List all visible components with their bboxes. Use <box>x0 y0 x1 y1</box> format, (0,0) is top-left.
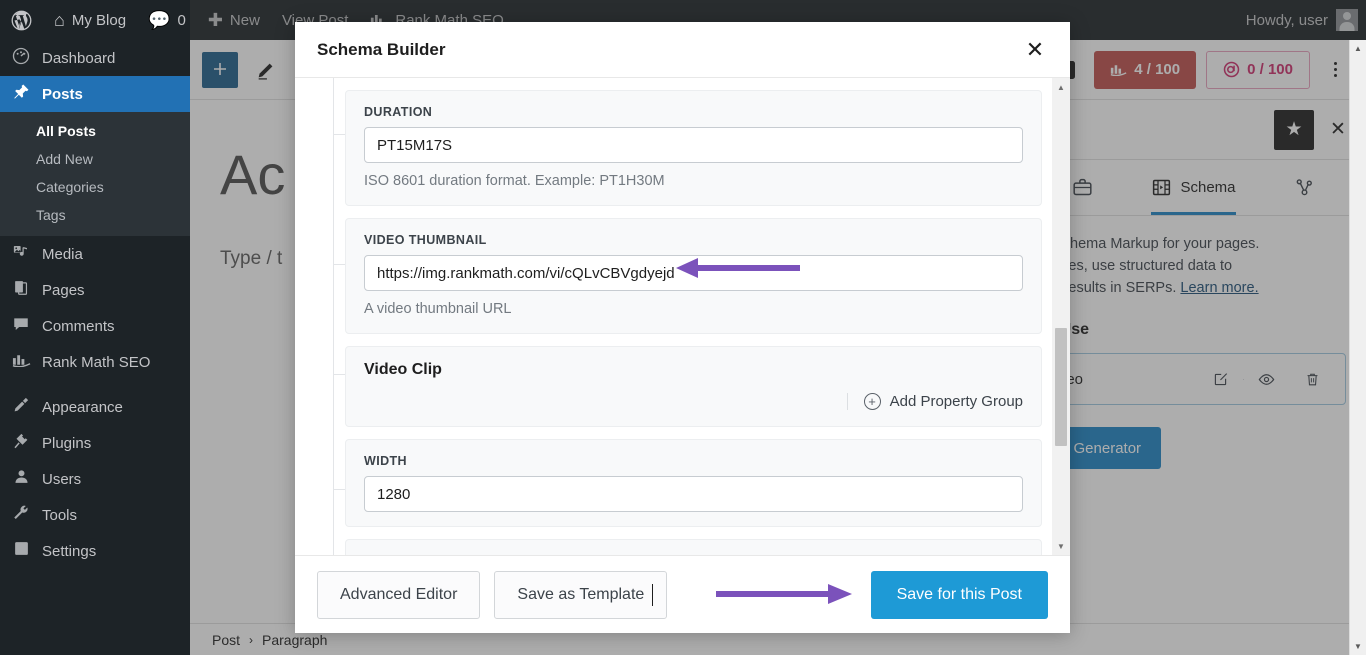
field-video-thumbnail-label: VIDEO THUMBNAIL <box>364 233 487 247</box>
sidebar-item-appearance[interactable]: Appearance <box>0 389 190 425</box>
rank-math-icon <box>11 352 31 372</box>
sidebar-item-users[interactable]: Users <box>0 461 190 497</box>
scroll-up-icon[interactable]: ▲ <box>1052 80 1070 94</box>
schema-tree-gutter <box>295 78 345 555</box>
menu-separator <box>0 380 190 389</box>
site-name-item[interactable]: ⌂ My Blog <box>43 0 137 40</box>
modal-title: Schema Builder <box>317 39 446 59</box>
field-video-clip-group: Video Clip + Add Property Group <box>345 346 1042 427</box>
scroll-down-icon[interactable]: ▼ <box>1350 638 1366 655</box>
duration-input[interactable]: PT15M17S <box>364 127 1023 163</box>
field-video-thumbnail-help: A video thumbnail URL <box>364 301 512 317</box>
schema-property-fields: DURATION PT15M17S ISO 8601 duration form… <box>345 78 1070 555</box>
video-clip-group-actions: + Add Property Group <box>364 393 1023 410</box>
dashboard-icon <box>11 47 31 70</box>
sidebar-item-users-label: Users <box>42 470 82 488</box>
home-icon: ⌂ <box>54 10 65 30</box>
comment-icon: 💬 <box>148 10 171 30</box>
sidebar-item-dashboard[interactable]: Dashboard <box>0 40 190 76</box>
sidebar-item-pages[interactable]: Pages <box>0 272 190 308</box>
arrow-to-save-for-this-post <box>716 584 852 604</box>
tree-branch-line <box>333 264 345 265</box>
tools-icon <box>11 504 31 527</box>
field-duration: DURATION PT15M17S ISO 8601 duration form… <box>345 90 1042 206</box>
modal-header: Schema Builder ✕ <box>295 22 1070 78</box>
sidebar-item-rank-math-seo[interactable]: Rank Math SEO <box>0 344 190 380</box>
close-icon[interactable]: ✕ <box>1016 31 1054 69</box>
sidebar-item-plugins[interactable]: Plugins <box>0 425 190 461</box>
settings-icon <box>11 540 31 562</box>
schema-builder-modal: Schema Builder ✕ DURATION PT15M17S ISO 8… <box>295 22 1070 633</box>
tree-vertical-line <box>333 78 334 555</box>
sidebar-item-settings-label: Settings <box>42 542 97 560</box>
sidebar-item-posts-label: Posts <box>42 85 83 103</box>
sidebar-item-media-label: Media <box>42 245 83 263</box>
tree-branch-line <box>333 374 345 375</box>
video-clip-group-title: Video Clip <box>364 361 442 378</box>
posts-submenu: All Posts Add New Categories Tags <box>0 112 190 236</box>
sidebar-item-tags[interactable]: Tags <box>0 201 190 229</box>
media-icon <box>11 243 31 266</box>
sidebar-item-settings[interactable]: Settings <box>0 533 190 569</box>
modal-footer: Advanced Editor Save as Template Save fo… <box>295 555 1070 633</box>
tree-branch-line <box>333 134 345 135</box>
sidebar-item-rank-math-seo-label: Rank Math SEO <box>42 353 151 371</box>
width-input[interactable]: 1280 <box>364 476 1023 512</box>
field-duration-label: DURATION <box>364 105 433 119</box>
tree-branch-line <box>333 489 345 490</box>
site-name-label: My Blog <box>71 11 127 29</box>
sidebar-item-comments[interactable]: Comments <box>0 308 190 344</box>
sidebar-item-comments-label: Comments <box>42 317 115 335</box>
save-as-template-button[interactable]: Save as Template <box>494 570 668 619</box>
appearance-icon <box>11 396 31 419</box>
sidebar-item-all-posts[interactable]: All Posts <box>0 117 190 145</box>
comments-count: 0 <box>177 11 186 29</box>
sidebar-item-pages-label: Pages <box>42 281 85 299</box>
circle-plus-icon: + <box>863 393 881 410</box>
sidebar-item-categories[interactable]: Categories <box>0 173 190 201</box>
advanced-editor-button[interactable]: Advanced Editor <box>317 570 481 619</box>
sidebar-item-media[interactable]: Media <box>0 236 190 272</box>
field-width-label: WIDTH <box>364 454 407 468</box>
field-duration-help: ISO 8601 duration format. Example: PT1H3… <box>364 173 665 189</box>
sidebar-item-tools[interactable]: Tools <box>0 497 190 533</box>
arrow-to-video-thumbnail <box>676 258 800 278</box>
pages-icon <box>11 279 31 301</box>
sidebar-item-tools-label: Tools <box>42 506 78 524</box>
save-for-this-post-button[interactable]: Save for this Post <box>870 570 1048 619</box>
sidebar-item-appearance-label: Appearance <box>42 398 123 416</box>
add-property-group-label: Add Property Group <box>889 393 1023 410</box>
wordpress-logo-icon[interactable] <box>0 0 43 40</box>
modal-scrollbar-thumb[interactable] <box>1055 328 1067 446</box>
sidebar-item-plugins-label: Plugins <box>42 434 92 452</box>
users-icon <box>11 468 31 490</box>
wp-admin-menu: Dashboard Posts All Posts Add New Catego… <box>0 40 190 655</box>
field-width: WIDTH 1280 <box>345 439 1042 527</box>
page-scrollbar[interactable]: ▲ ▼ <box>1349 40 1366 655</box>
screen: 4 / 100 0 / 100 Ac Type / t ath ★ ✕ <box>0 0 1366 655</box>
modal-scrollbar[interactable]: ▲ ▼ <box>1052 78 1070 555</box>
pin-icon <box>11 83 31 105</box>
comments-icon <box>11 315 31 338</box>
comments-item[interactable]: 💬 0 <box>137 0 197 40</box>
field-next-partial <box>345 539 1042 555</box>
scroll-down-icon[interactable]: ▼ <box>1052 539 1070 553</box>
add-property-group-button[interactable]: + Add Property Group <box>846 393 1023 410</box>
sidebar-item-posts[interactable]: Posts <box>0 76 190 112</box>
sidebar-item-add-new[interactable]: Add New <box>0 145 190 173</box>
plugins-icon <box>11 432 31 455</box>
scroll-up-icon[interactable]: ▲ <box>1350 40 1366 57</box>
sidebar-item-dashboard-label: Dashboard <box>42 49 116 67</box>
modal-body: DURATION PT15M17S ISO 8601 duration form… <box>295 78 1070 555</box>
